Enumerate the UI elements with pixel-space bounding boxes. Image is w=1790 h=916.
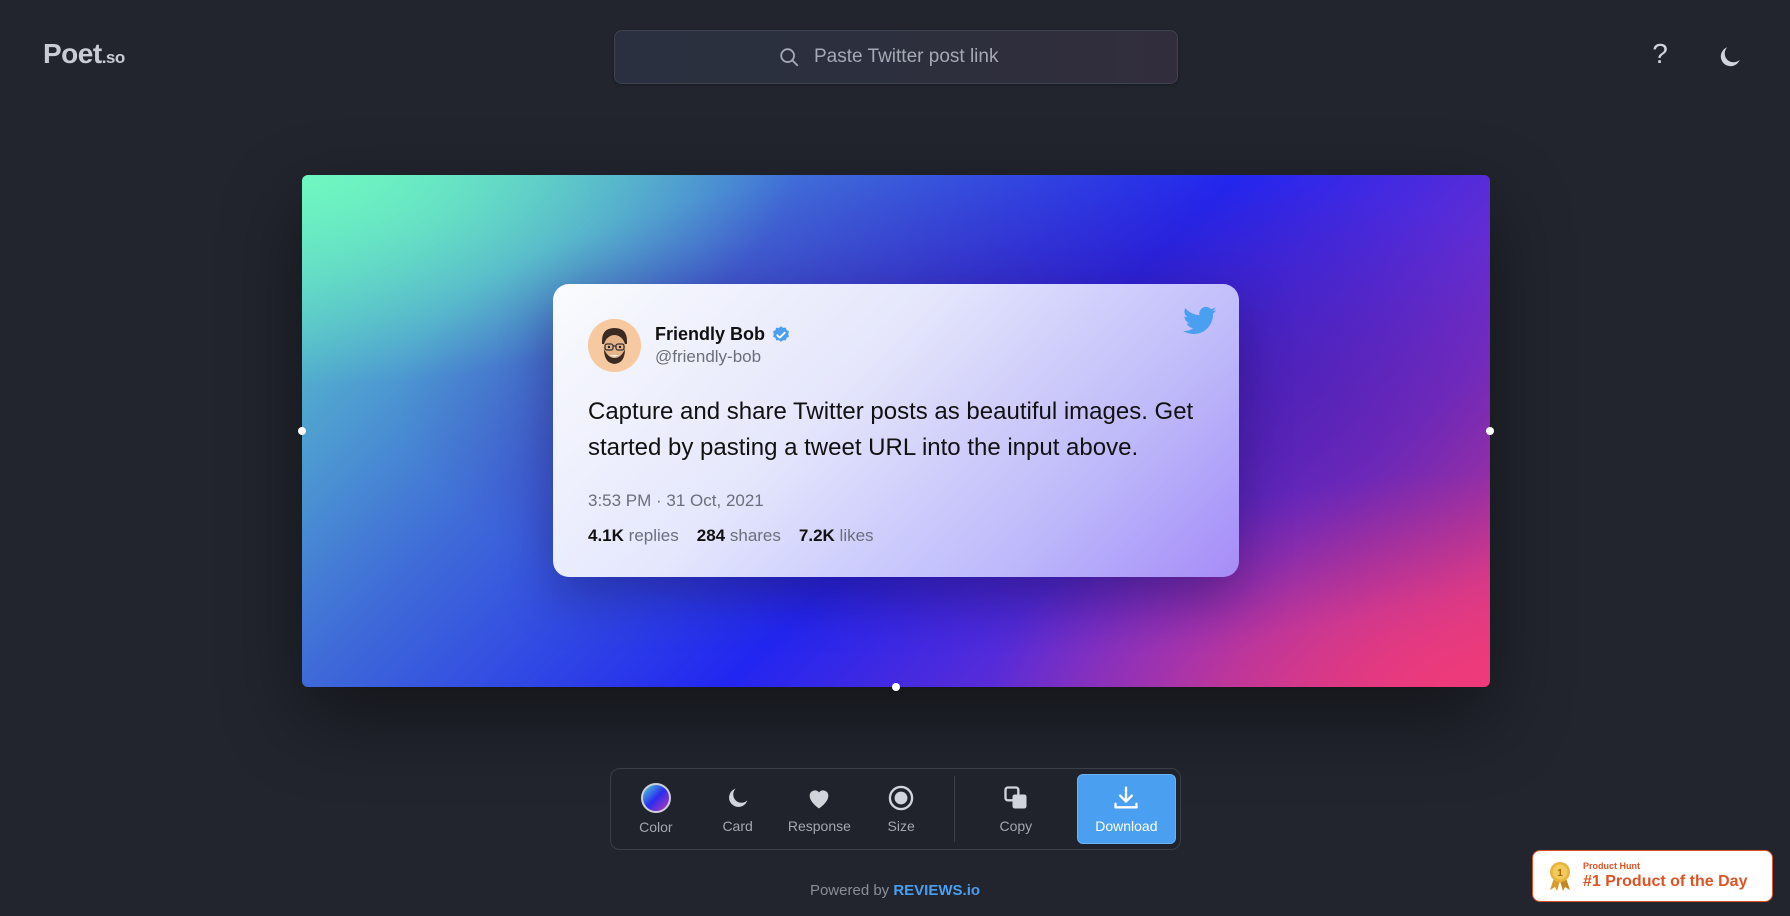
shares-count: 284	[696, 526, 726, 545]
heart-icon	[810, 790, 829, 809]
product-hunt-label: Product Hunt	[1583, 861, 1640, 871]
copy-label: Copy	[999, 818, 1033, 834]
product-hunt-badge[interactable]: 1 Product Hunt #1 Product of the Day	[1532, 850, 1773, 902]
author-name: Friendly Bob	[655, 324, 766, 344]
likes-stat: 7.2K likes	[799, 526, 874, 546]
logo[interactable]: Poet.so	[43, 38, 125, 70]
moon-icon[interactable]	[1717, 44, 1743, 70]
replies-label: replies	[628, 526, 679, 545]
logo-tld: .so	[101, 48, 126, 67]
medal-icon: 1	[1550, 862, 1570, 891]
medal-number: 1	[1557, 868, 1563, 879]
search-icon	[780, 48, 799, 67]
toolbar: Color Card Response Size Copy Download	[610, 768, 1181, 850]
resize-handle-right[interactable]	[1486, 427, 1494, 435]
likes-count: 7.2K	[798, 526, 835, 545]
moon-icon	[728, 788, 747, 807]
tweet-card: Friendly Bob @friendly-bob Capture and s…	[553, 284, 1239, 577]
download-label: Download	[1095, 818, 1158, 834]
size-button[interactable]: Size	[860, 774, 942, 844]
color-label: Color	[639, 819, 673, 835]
resize-handle-bottom[interactable]	[892, 683, 900, 691]
download-button[interactable]: Download	[1076, 774, 1177, 844]
shares-label: shares	[729, 526, 781, 545]
replies-count: 4.1K	[588, 526, 624, 545]
color-swatch-icon	[640, 783, 671, 813]
reviews-link[interactable]: REVIEWS.io	[893, 882, 980, 899]
radio-circle-icon	[888, 785, 914, 811]
color-button[interactable]: Color	[615, 774, 697, 844]
response-label: Response	[787, 818, 851, 834]
resize-handle-left[interactable]	[298, 427, 306, 435]
powered-prefix: Powered by	[809, 882, 890, 899]
shares-stat: 284 shares	[697, 526, 781, 546]
verified-icon	[773, 325, 790, 342]
product-hunt-text: Product Hunt #1 Product of the Day	[1583, 861, 1747, 891]
size-label: Size	[887, 818, 915, 834]
download-icon	[1114, 786, 1139, 809]
powered-by: Powered by REVIEWS.io	[0, 882, 1790, 899]
search-bar[interactable]	[614, 30, 1178, 84]
likes-label: likes	[839, 526, 874, 545]
product-hunt-title: #1 Product of the Day	[1583, 873, 1748, 890]
tweet-text: Capture and share Twitter posts as beaut…	[588, 398, 1194, 461]
toolbar-divider	[954, 776, 955, 842]
tweet-timestamp: 3:53 PM · 31 Oct, 2021	[588, 491, 764, 510]
logo-text: Poet	[43, 38, 102, 69]
search-input[interactable]	[814, 46, 1014, 68]
twitter-icon	[1183, 306, 1217, 335]
help-icon[interactable]: ?	[1647, 38, 1673, 70]
image-canvas: Friendly Bob @friendly-bob Capture and s…	[298, 175, 1494, 691]
card-label: Card	[722, 818, 753, 834]
replies-stat: 4.1K replies	[588, 526, 679, 546]
copy-button[interactable]: Copy	[975, 774, 1057, 844]
author-handle: @friendly-bob	[655, 347, 762, 366]
copy-icon	[1004, 786, 1027, 809]
tweet-stats: 4.1K replies 284 shares 7.2K likes	[588, 526, 874, 546]
avatar	[588, 319, 641, 372]
card-button[interactable]: Card	[697, 774, 779, 844]
response-button[interactable]: Response	[779, 774, 861, 844]
